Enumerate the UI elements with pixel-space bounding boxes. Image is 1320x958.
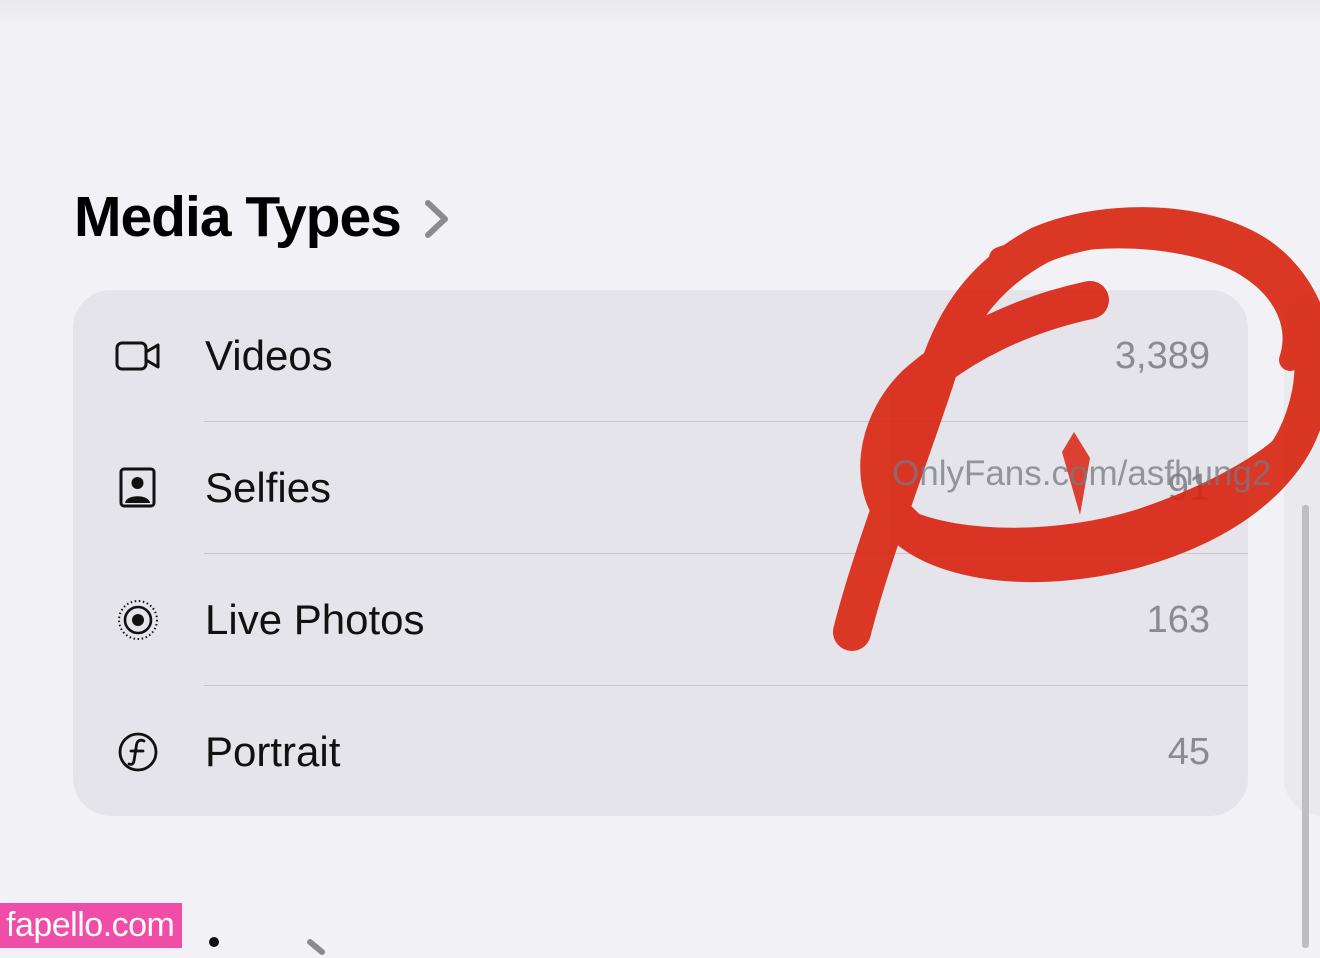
selfie-portrait-icon	[119, 467, 156, 508]
next-section-header-peek	[209, 937, 325, 955]
chevron-right-icon	[424, 200, 448, 238]
list-item-count: 3,389	[1114, 335, 1210, 377]
list-item-count: 163	[1146, 599, 1210, 641]
media-types-list: Videos 3,389 Selfies 91 Live Photos 163 …	[73, 290, 1248, 816]
list-item-videos[interactable]: Videos 3,389	[73, 290, 1248, 422]
top-fade	[0, 0, 1320, 28]
list-item-count: 91	[1167, 467, 1210, 509]
list-item-live-photos[interactable]: Live Photos 163	[73, 554, 1248, 686]
site-badge: fapello.com	[0, 903, 183, 948]
list-item-count: 45	[1167, 731, 1210, 773]
scrollbar[interactable]	[1302, 505, 1309, 948]
list-item-selfies[interactable]: Selfies 91	[73, 422, 1248, 554]
section-title: Media Types	[74, 185, 402, 249]
list-item-label: Live Photos	[205, 596, 425, 643]
media-types-header[interactable]: Media Types	[74, 182, 453, 252]
list-item-portrait[interactable]: Portrait 45	[73, 686, 1248, 816]
list-item-label: Selfies	[205, 464, 332, 511]
list-item-label: Videos	[205, 332, 333, 379]
video-camera-icon	[115, 341, 160, 371]
portrait-f-aperture-icon	[118, 732, 158, 772]
list-item-label: Portrait	[205, 728, 341, 775]
live-photo-icon	[118, 600, 158, 640]
